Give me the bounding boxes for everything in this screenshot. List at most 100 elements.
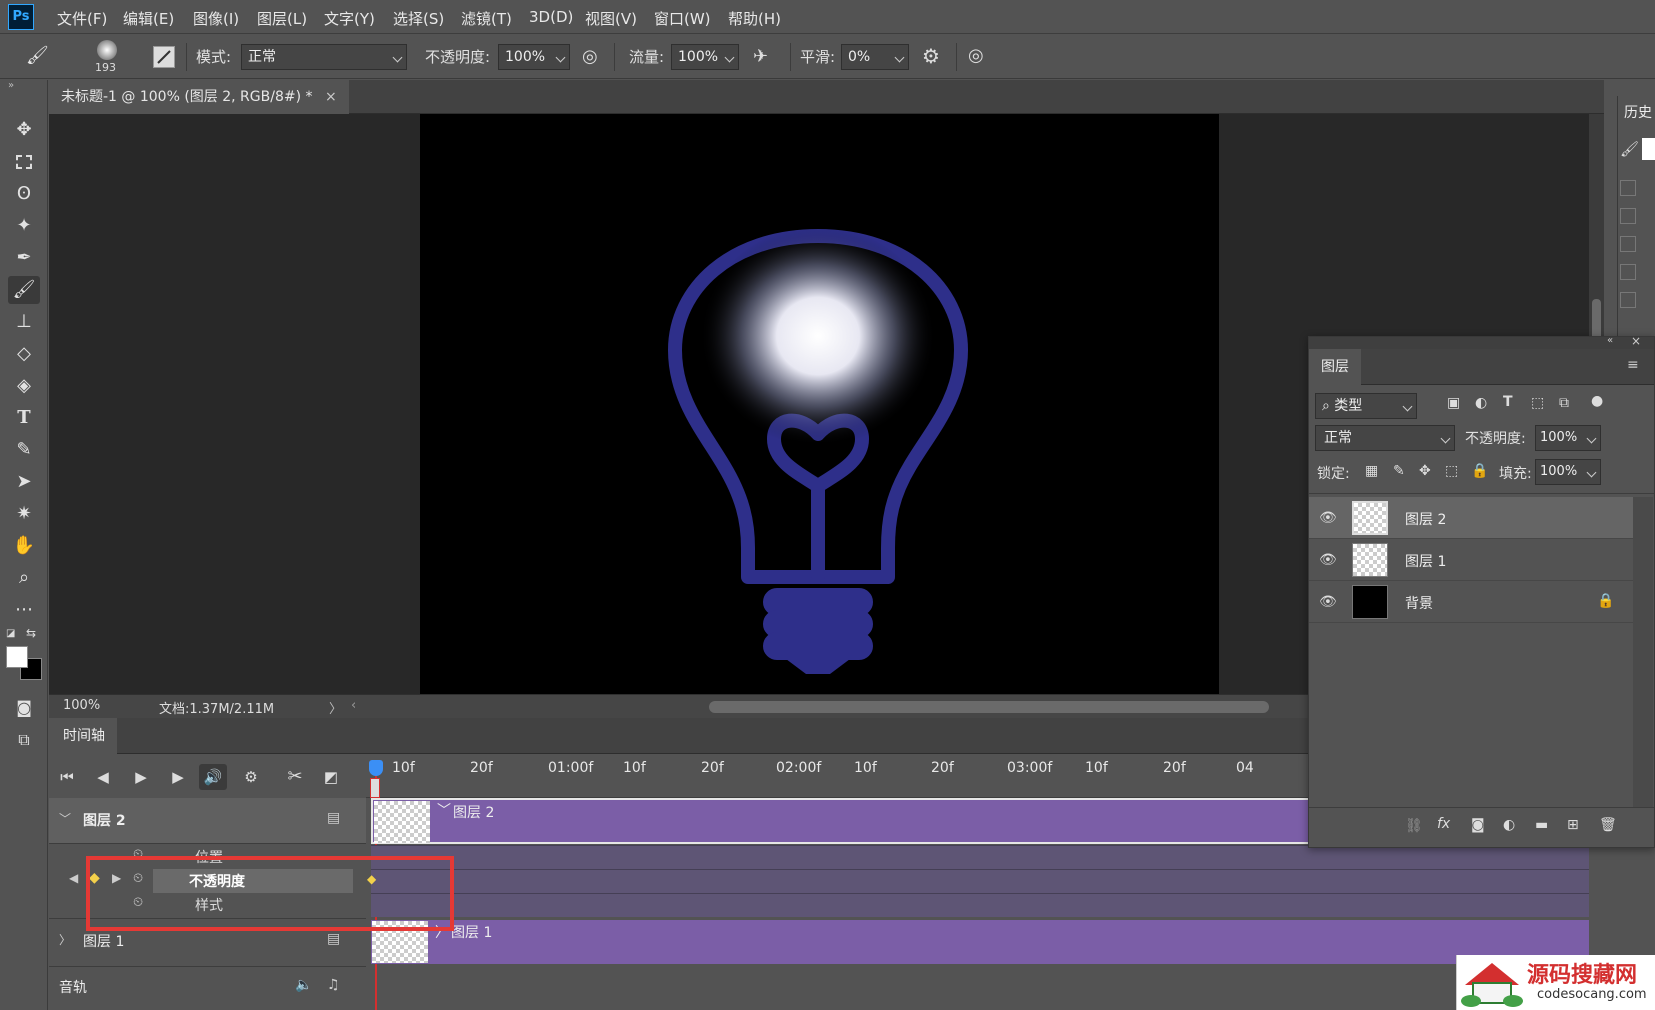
menu-image[interactable]: 图像(I) bbox=[193, 8, 239, 29]
pen-tool-icon[interactable]: ✎ bbox=[8, 436, 40, 464]
foreground-color-swatch[interactable] bbox=[6, 646, 28, 668]
fill-input[interactable]: 100% bbox=[1535, 459, 1601, 485]
visibility-eye-icon[interactable]: 👁 bbox=[1319, 594, 1337, 610]
chevron-right-icon[interactable]: 〉 bbox=[59, 931, 71, 948]
lock-paint-icon[interactable]: ✎ bbox=[1393, 463, 1405, 479]
filter-adjustment-icon[interactable]: ◐ bbox=[1475, 395, 1487, 411]
visibility-eye-icon[interactable]: 👁 bbox=[1319, 510, 1337, 526]
hand-tool-icon[interactable]: ✋ bbox=[8, 532, 40, 560]
visibility-eye-icon[interactable]: 👁 bbox=[1319, 552, 1337, 568]
chevron-down-icon[interactable]: ﹀ bbox=[59, 810, 71, 827]
delete-layer-icon[interactable]: 🗑 bbox=[1599, 817, 1617, 833]
lock-position-icon[interactable]: ✥ bbox=[1419, 463, 1431, 479]
layers-tab[interactable]: 图层 bbox=[1309, 349, 1361, 385]
history-item-1[interactable] bbox=[1620, 180, 1636, 196]
play-icon[interactable]: ▶ bbox=[127, 764, 155, 790]
eyedropper-tool-icon[interactable]: ✒ bbox=[8, 244, 40, 272]
quick-mask-icon[interactable]: ◙ bbox=[8, 694, 40, 722]
more-tools-icon[interactable]: ⋯ bbox=[8, 596, 40, 624]
menu-window[interactable]: 窗口(W) bbox=[654, 8, 711, 29]
layer-filter-select[interactable]: ⌕ 类型 bbox=[1315, 393, 1417, 419]
playback-settings-gear-icon[interactable]: ⚙ bbox=[237, 764, 265, 790]
panel-menu-icon[interactable]: ≡ bbox=[1627, 357, 1639, 373]
split-scissors-icon[interactable]: ✂ bbox=[281, 764, 309, 790]
new-group-icon[interactable]: ▬ bbox=[1535, 817, 1548, 833]
menu-3d[interactable]: 3D(D) bbox=[529, 8, 573, 26]
lock-artboard-icon[interactable]: ⬚ bbox=[1445, 463, 1458, 479]
pressure-size-icon[interactable]: ◎ bbox=[968, 45, 984, 66]
audio-toggle-icon[interactable]: 🔊 bbox=[199, 764, 227, 790]
filter-toggle-icon[interactable]: ● bbox=[1591, 393, 1603, 409]
layers-scrollbar[interactable] bbox=[1633, 497, 1653, 807]
adjustment-layer-icon[interactable]: ◐ bbox=[1503, 817, 1515, 833]
menu-file[interactable]: 文件(F) bbox=[57, 8, 107, 29]
speaker-icon[interactable]: 🔈 bbox=[295, 977, 312, 993]
music-note-icon[interactable]: ♫ bbox=[327, 977, 340, 993]
status-menu-arrow[interactable]: 〉 bbox=[329, 698, 342, 717]
layer-opacity-input[interactable]: 100% bbox=[1535, 425, 1601, 451]
pressure-opacity-icon[interactable]: ◎ bbox=[582, 46, 598, 67]
new-layer-icon[interactable]: ⊞ bbox=[1567, 817, 1579, 833]
screen-mode-icon[interactable]: ⧉ bbox=[8, 726, 40, 754]
smooth-input[interactable]: 0% bbox=[841, 44, 909, 70]
add-mask-icon[interactable]: ◙ bbox=[1471, 817, 1485, 833]
default-colors-icon[interactable]: ◪ bbox=[6, 628, 15, 639]
lasso-tool-icon[interactable]: ʘ bbox=[8, 180, 40, 208]
playhead-handle[interactable] bbox=[369, 760, 383, 776]
lock-all-icon[interactable]: 🔒 bbox=[1471, 463, 1488, 479]
lock-transparent-icon[interactable]: ▦ bbox=[1365, 463, 1378, 479]
timeline-audio-row[interactable]: 音轨 🔈 ♫ bbox=[49, 966, 366, 1010]
film-strip-icon[interactable]: ▤ bbox=[327, 931, 340, 947]
brush-tool-preset-icon[interactable]: 🖌 bbox=[26, 45, 50, 69]
history-item-2[interactable] bbox=[1620, 208, 1636, 224]
close-panel-icon[interactable]: × bbox=[1631, 334, 1641, 348]
layer2-clip-chevron-icon[interactable]: ﹀ bbox=[437, 800, 451, 820]
layer-row-layer2[interactable]: 👁 图层 2 bbox=[1309, 497, 1633, 539]
filter-shape-icon[interactable]: ⬚ bbox=[1531, 395, 1544, 411]
gear-icon[interactable]: ⚙ bbox=[922, 44, 940, 68]
horizontal-scrollbar-thumb[interactable] bbox=[709, 701, 1269, 713]
brush-settings-icon[interactable] bbox=[153, 46, 175, 68]
history-snapshot-thumbnail[interactable] bbox=[1642, 138, 1655, 160]
layer2-property-tracks[interactable]: ◆ bbox=[367, 845, 1589, 917]
next-frame-icon[interactable]: ▶ bbox=[164, 764, 192, 790]
path-selection-tool-icon[interactable]: ➤ bbox=[8, 468, 40, 496]
menu-view[interactable]: 视图(V) bbox=[585, 8, 637, 29]
go-to-first-frame-icon[interactable]: ⏮ bbox=[53, 764, 81, 790]
menu-select[interactable]: 选择(S) bbox=[393, 8, 444, 29]
menu-type[interactable]: 文字(Y) bbox=[324, 8, 375, 29]
custom-shape-tool-icon[interactable]: ✷ bbox=[8, 500, 40, 528]
zoom-tool-icon[interactable]: ⌕ bbox=[8, 564, 40, 592]
stamp-tool-icon[interactable]: ⊥ bbox=[8, 308, 40, 336]
blend-mode-select[interactable]: 正常 bbox=[1315, 425, 1455, 451]
menu-filter[interactable]: 滤镜(T) bbox=[461, 8, 512, 29]
brush-preview-icon[interactable] bbox=[97, 40, 117, 60]
opacity-input[interactable]: 100% bbox=[498, 44, 570, 70]
film-strip-icon[interactable]: ▤ bbox=[327, 810, 340, 826]
timeline-layer2-header[interactable]: ﹀ 图层 2 ▤ bbox=[49, 798, 366, 844]
work-area-start-handle[interactable] bbox=[370, 778, 380, 798]
menu-edit[interactable]: 编辑(E) bbox=[123, 8, 174, 29]
layer1-clip[interactable]: 〉 图层 1 bbox=[371, 920, 1589, 964]
magic-wand-tool-icon[interactable]: ✦ bbox=[8, 212, 40, 240]
history-item-5[interactable] bbox=[1620, 292, 1636, 308]
collapse-panel-icon[interactable]: « bbox=[1607, 335, 1613, 346]
airbrush-icon[interactable]: ✈ bbox=[753, 46, 768, 67]
link-layers-icon[interactable]: ⛓ bbox=[1405, 818, 1423, 834]
menu-help[interactable]: 帮助(H) bbox=[728, 8, 781, 29]
history-item-4[interactable] bbox=[1620, 264, 1636, 280]
mode-select[interactable]: 正常 bbox=[241, 44, 407, 70]
prev-keyframe-icon[interactable]: ◀ bbox=[69, 871, 78, 885]
filter-pixel-icon[interactable]: ▣ bbox=[1447, 395, 1460, 411]
eraser-tool-icon[interactable]: ◇ bbox=[8, 340, 40, 368]
marquee-tool-icon[interactable] bbox=[8, 148, 40, 176]
document-tab[interactable]: 未标题-1 @ 100% (图层 2, RGB/8#) * × bbox=[49, 80, 349, 114]
move-tool-icon[interactable]: ✥ bbox=[8, 116, 40, 144]
menu-layer[interactable]: 图层(L) bbox=[257, 8, 307, 29]
layer-row-background[interactable]: 👁 背景 🔒 bbox=[1309, 581, 1633, 623]
swap-colors-icon[interactable]: ⇆ bbox=[26, 626, 36, 640]
transition-icon[interactable]: ◩ bbox=[317, 764, 345, 790]
paint-bucket-tool-icon[interactable]: ◈ bbox=[8, 372, 40, 400]
history-item-3[interactable] bbox=[1620, 236, 1636, 252]
history-panel-title[interactable]: 历史 bbox=[1624, 102, 1652, 122]
